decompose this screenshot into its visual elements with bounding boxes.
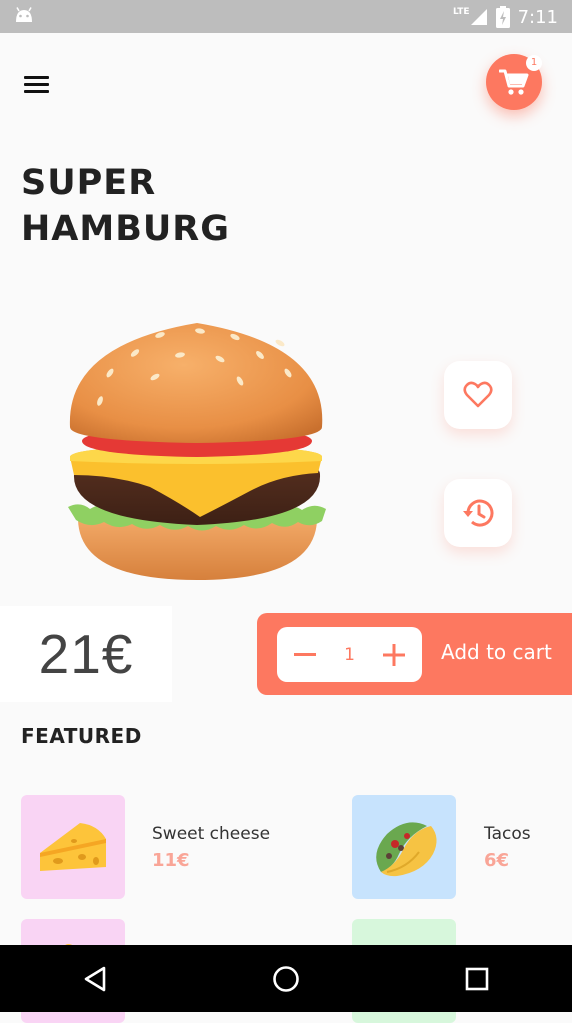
item-price: 11€ (152, 850, 190, 871)
back-icon (85, 966, 106, 991)
navigation-bar (0, 945, 572, 1012)
taco-icon (376, 822, 437, 877)
status-bar: LTE 7:11 (0, 0, 572, 33)
price-box: 21€ (0, 606, 172, 702)
product-title: SUPER HAMBURG (21, 160, 230, 252)
back-button[interactable] (65, 949, 125, 1009)
decrease-button[interactable] (287, 637, 323, 673)
heart-icon (463, 381, 493, 408)
history-button[interactable] (444, 479, 512, 547)
home-button[interactable] (256, 949, 316, 1009)
recents-button[interactable] (447, 949, 507, 1009)
increase-button[interactable] (376, 637, 412, 673)
plus-icon (382, 643, 405, 666)
featured-heading: FEATURED (21, 724, 142, 748)
hamburger-image (68, 323, 326, 580)
item-name: Sweet cheese (152, 824, 271, 844)
minus-icon (294, 652, 317, 656)
history-icon (463, 499, 494, 527)
tacos-tile[interactable] (352, 795, 456, 899)
network-label: LTE (453, 7, 470, 17)
product-price: 21€ (38, 623, 134, 685)
menu-icon[interactable] (20, 70, 54, 100)
home-icon (273, 965, 299, 992)
quantity-stepper: 1 (277, 627, 422, 682)
signal-icon (470, 9, 487, 25)
cheese-icon (40, 823, 106, 871)
favorite-button[interactable] (444, 361, 512, 429)
clock: 7:11 (517, 6, 558, 28)
product-title-line2: HAMBURG (21, 209, 230, 249)
cheese-tile[interactable] (21, 795, 125, 899)
item-price: 6€ (484, 850, 510, 871)
product-title-line1: SUPER (21, 163, 157, 203)
item-name: Tacos (484, 824, 531, 844)
quantity-value: 1 (344, 644, 355, 665)
recents-icon (465, 967, 488, 990)
cart-icon (499, 69, 529, 95)
cart-count-badge: 1 (526, 55, 542, 71)
add-to-cart-button[interactable]: Add to cart (441, 640, 552, 664)
android-icon (16, 7, 32, 22)
status-indicators: LTE 7:11 (453, 3, 558, 31)
battery-icon (495, 6, 510, 28)
